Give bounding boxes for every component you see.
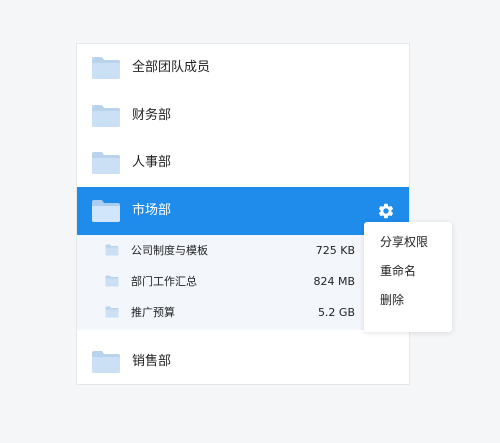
folder-row-hr[interactable]: 人事部 [77, 139, 409, 187]
folder-icon [92, 152, 120, 174]
folder-icon [92, 351, 120, 373]
folder-icon [105, 306, 119, 318]
folder-icon [92, 105, 120, 127]
folder-icon [92, 57, 120, 79]
menu-item-rename[interactable]: 重命名 [364, 257, 452, 286]
folder-row-marketing[interactable]: 市场部 [77, 187, 409, 235]
folder-label: 人事部 [132, 155, 172, 170]
gear-icon[interactable] [377, 202, 395, 220]
folder-row-sales[interactable]: 销售部 [77, 338, 409, 386]
file-size: 5.2 GB [317, 306, 355, 319]
subfolder-row[interactable]: 公司制度与模板 725 KB [77, 235, 409, 266]
menu-item-share-permissions[interactable]: 分享权限 [364, 228, 452, 257]
subfolder-list: 公司制度与模板 725 KB 部门工作汇总 824 MB 推广预算 5.2 GB [77, 235, 409, 330]
subfolder-row[interactable]: 推广预算 5.2 GB [77, 297, 409, 328]
folder-icon [105, 275, 119, 287]
menu-item-delete[interactable]: 删除 [364, 286, 452, 315]
folder-icon [105, 244, 119, 256]
file-size: 824 MB [313, 275, 355, 288]
subfolder-label: 公司制度与模板 [131, 244, 208, 257]
subfolder-label: 部门工作汇总 [131, 275, 197, 288]
folder-label: 财务部 [132, 108, 172, 123]
folder-label: 全部团队成员 [132, 60, 211, 75]
folder-label: 销售部 [132, 354, 172, 369]
folder-row-all-members[interactable]: 全部团队成员 [77, 44, 409, 92]
folder-label: 市场部 [132, 203, 172, 218]
folder-row-finance[interactable]: 财务部 [77, 92, 409, 140]
folder-icon [92, 200, 120, 222]
subfolder-row[interactable]: 部门工作汇总 824 MB [77, 266, 409, 297]
subfolder-label: 推广预算 [131, 306, 175, 319]
folder-tree-panel: 全部团队成员 财务部 人事部 市场部 公司制度与模板 725 KB 部门工作汇总… [76, 43, 410, 385]
context-menu: 分享权限 重命名 删除 [364, 222, 452, 332]
file-size: 725 KB [315, 244, 355, 257]
